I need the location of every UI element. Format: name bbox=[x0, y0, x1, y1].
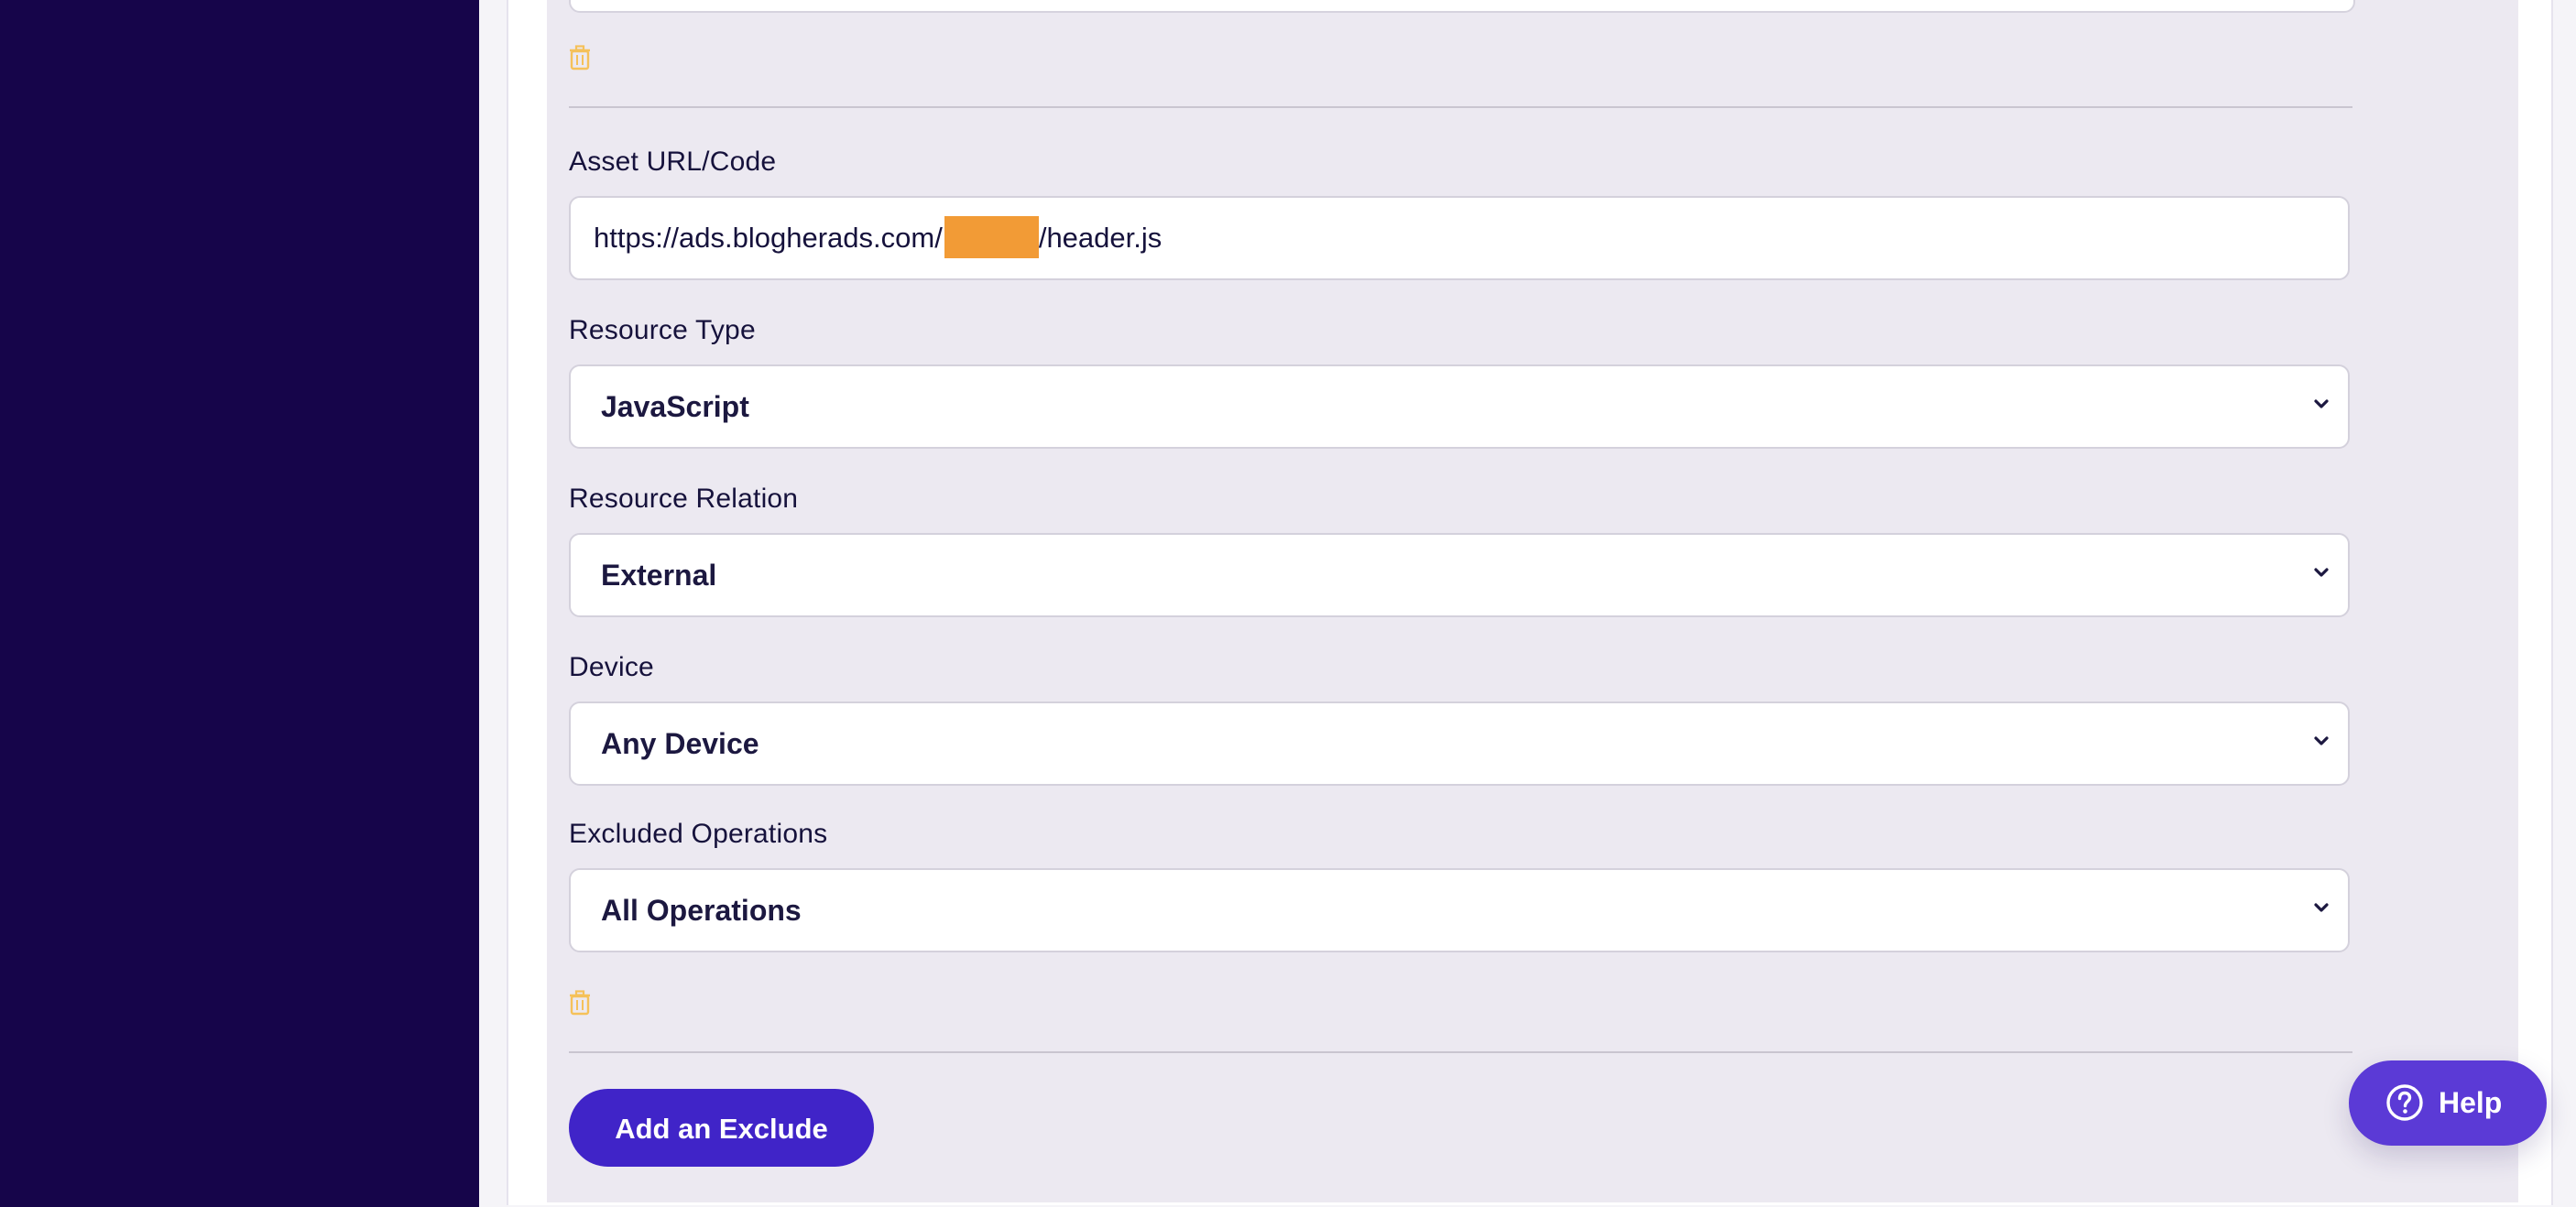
resource-relation-select[interactable]: External bbox=[569, 533, 2350, 617]
excluded-operations-select[interactable]: All Operations bbox=[569, 868, 2350, 952]
chevron-down-icon bbox=[2314, 568, 2329, 577]
resource-relation-value: External bbox=[601, 559, 717, 592]
asset-url-value: https://ads.blogherads.com/ /header.js bbox=[594, 198, 1162, 278]
resource-type-label: Resource Type bbox=[569, 315, 756, 345]
trash-icon[interactable] bbox=[569, 45, 591, 71]
device-label: Device bbox=[569, 652, 654, 682]
device-select[interactable]: Any Device bbox=[569, 701, 2350, 786]
entry-divider bbox=[569, 1051, 2352, 1053]
excluded-operations-label: Excluded Operations bbox=[569, 819, 828, 849]
redaction-block bbox=[944, 215, 1039, 258]
asset-url-prefix: https://ads.blogherads.com/ bbox=[594, 222, 943, 254]
trash-icon[interactable] bbox=[569, 990, 591, 1016]
chevron-down-icon bbox=[2314, 399, 2329, 408]
help-button[interactable]: Help bbox=[2349, 1060, 2547, 1146]
resource-type-value: JavaScript bbox=[601, 390, 749, 423]
help-label: Help bbox=[2439, 1086, 2503, 1119]
add-exclude-button[interactable]: Add an Exclude bbox=[569, 1089, 874, 1167]
question-circle-icon bbox=[2386, 1084, 2423, 1121]
entry-divider bbox=[569, 106, 2352, 108]
resource-type-select[interactable]: JavaScript bbox=[569, 364, 2350, 449]
sidebar bbox=[0, 0, 479, 1207]
excluded-operations-value: All Operations bbox=[601, 894, 802, 927]
asset-url-label: Asset URL/Code bbox=[569, 147, 777, 177]
chevron-down-icon bbox=[2314, 903, 2329, 912]
resource-relation-label: Resource Relation bbox=[569, 484, 799, 514]
asset-url-suffix: /header.js bbox=[1038, 222, 1162, 254]
previous-exclude-field[interactable] bbox=[569, 0, 2355, 13]
chevron-down-icon bbox=[2314, 736, 2329, 745]
device-value: Any Device bbox=[601, 727, 759, 760]
asset-url-input[interactable]: https://ads.blogherads.com/ /header.js bbox=[569, 196, 2350, 280]
